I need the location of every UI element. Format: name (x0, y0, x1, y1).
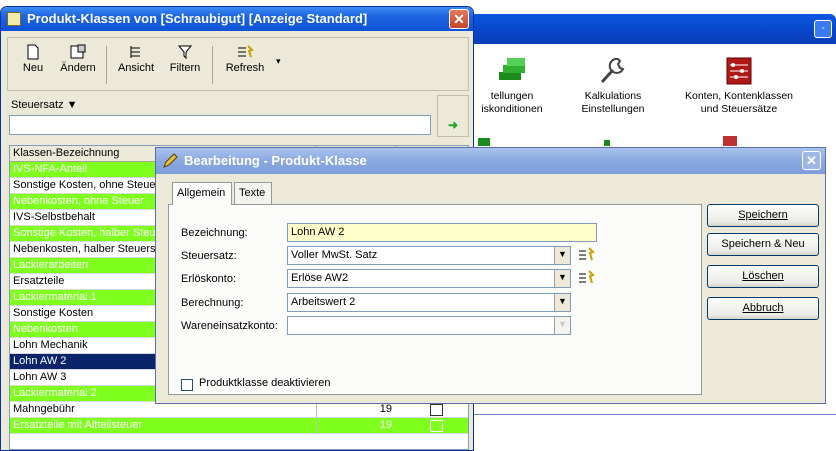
steuersatz-label: Steuersatz: (181, 250, 237, 262)
row-checkbox[interactable] (430, 404, 443, 416)
bg-icon-item-preise[interactable]: tellungen iskonditionen (472, 56, 552, 116)
green-block-icon (604, 140, 610, 146)
list-window-titlebar[interactable]: Produkt-Klassen von [Schraubigut] [Anzei… (1, 7, 473, 31)
chevron-down-icon[interactable]: ▼ (554, 317, 570, 334)
pencil-icon (163, 153, 178, 168)
edit-button[interactable]: Ändern (54, 44, 102, 74)
bg-icon-label-2: Einstellungen (581, 103, 645, 115)
filter-field-label[interactable]: Steuersatz ▼ (11, 99, 78, 111)
save-button-label: Speichern (738, 209, 788, 221)
toolbar-separator (212, 46, 213, 84)
bg-icon-item-kalkulation[interactable]: Kalkulations Einstellungen (560, 56, 666, 116)
wrench-icon (600, 57, 625, 84)
tab-allgemein[interactable]: Allgemein (172, 182, 232, 205)
close-button[interactable]: ✕ (802, 151, 821, 170)
lookup-list-icon[interactable] (577, 246, 595, 264)
bg-icon-label-2: iskonditionen (481, 103, 543, 115)
edit-dialog-titlebar[interactable]: Bearbeitung - Produkt-Klasse ✕ (156, 148, 825, 174)
edit-dialog-title: Bearbeitung - Produkt-Klasse (184, 153, 367, 168)
cancel-button-label: Abbruch (742, 302, 784, 314)
new-document-icon (27, 44, 39, 60)
toolbar-overflow-icon[interactable]: ▾ (276, 56, 281, 67)
erloeskonto-label: Erlöskonto: (181, 273, 237, 285)
toolbar: Neu Ändern Ansicht Filtern Refresh ▾ (7, 37, 469, 91)
save-new-button-label: Speichern & Neu (721, 238, 805, 250)
cancel-button[interactable]: Abbruch (707, 297, 819, 320)
arrow-right-icon: ➜ (448, 118, 459, 132)
background-titlebar: - (470, 14, 836, 44)
berechnung-value: Arbeitswert 2 (291, 296, 356, 308)
stack-icon (478, 138, 490, 146)
table-row[interactable]: Ersatzteile mit Altteilsteuer 19 (10, 418, 468, 434)
chevron-down-icon[interactable]: ▼ (554, 294, 570, 311)
row-name-cell: Mahngebühr (13, 403, 75, 415)
edit-icon (70, 44, 86, 59)
view-button[interactable]: Ansicht (112, 44, 160, 74)
bezeichnung-field[interactable]: Lohn AW 2 (287, 223, 597, 242)
berechnung-label: Berechnung: (181, 297, 244, 309)
edit-product-class-dialog: Bearbeitung - Produkt-Klasse ✕ Allgemein… (155, 147, 826, 404)
table-row[interactable]: Mahngebühr 19 (10, 402, 468, 418)
tab-texte[interactable]: Texte (234, 182, 272, 204)
bg-icon-label-2: und Steuersätze (700, 103, 778, 115)
row-tax-cell: 19 (316, 402, 396, 418)
erloeskonto-value: Erlöse AW2 (291, 272, 349, 284)
new-button[interactable]: Neu (16, 44, 50, 74)
minimize-button[interactable]: - (814, 20, 832, 38)
row-name-cell: Ersatzteile mit Altteilsteuer (13, 419, 142, 431)
new-button-label: Neu (22, 62, 44, 74)
save-new-button[interactable]: Speichern & Neu (707, 233, 819, 256)
edit-button-label: Ändern (60, 62, 96, 74)
view-icon (130, 46, 140, 58)
row-tax-cell: 19 (316, 418, 396, 434)
tab-panel-allgemein: Bezeichnung: Lohn AW 2 Steuersatz: Volle… (168, 204, 702, 395)
chevron-down-icon[interactable]: ▼ (554, 270, 570, 287)
bezeichnung-label: Bezeichnung: (181, 227, 248, 239)
filter-input[interactable] (9, 115, 431, 135)
filter-button[interactable]: Filtern (164, 44, 206, 74)
list-window-title: Produkt-Klassen von [Schraubigut] [Anzei… (27, 11, 368, 26)
delete-button-label: Löschen (742, 270, 784, 282)
save-button[interactable]: Speichern (707, 204, 819, 227)
steuersatz-value: Voller MwSt. Satz (291, 249, 378, 261)
lookup-list-icon[interactable] (577, 269, 595, 287)
wareneinsatz-label: Wareneinsatzkonto: (181, 320, 278, 332)
view-button-label: Ansicht (117, 62, 155, 74)
bg-icon-label-1: Konten, Kontenklassen (685, 90, 793, 102)
abacus-icon (726, 57, 752, 85)
delete-button[interactable]: Löschen (707, 265, 819, 288)
background-divider (470, 414, 836, 415)
apply-filter-button[interactable]: ➜ (437, 95, 469, 137)
bezeichnung-value: Lohn AW 2 (291, 226, 345, 238)
stack-icon (499, 58, 525, 80)
chevron-down-icon[interactable]: ▼ (554, 247, 570, 264)
toolbar-separator (106, 46, 107, 84)
notepad-icon (7, 12, 21, 26)
background-strip (470, 0, 836, 14)
erloeskonto-select[interactable]: Erlöse AW2 ▼ (287, 269, 571, 288)
grid-icon (723, 136, 737, 146)
bg-icon-item-konten[interactable]: Konten, Kontenklassen und Steuersätze (668, 56, 810, 116)
berechnung-select[interactable]: Arbeitswert 2 ▼ (287, 293, 571, 312)
refresh-button-label: Refresh (225, 62, 265, 74)
bg-icon-label-1: Kalkulations (584, 90, 642, 102)
deactivate-checkbox[interactable] (181, 379, 193, 391)
bg-icon-label-1: tellungen (490, 90, 534, 102)
close-button[interactable]: ✕ (449, 9, 469, 29)
funnel-icon (177, 45, 193, 60)
refresh-button[interactable]: Refresh (218, 44, 272, 74)
steuersatz-select[interactable]: Voller MwSt. Satz ▼ (287, 246, 571, 265)
wareneinsatz-select[interactable]: ▼ (287, 316, 571, 335)
row-checkbox[interactable] (430, 420, 443, 432)
filter-button-label: Filtern (169, 62, 201, 74)
refresh-icon (238, 45, 254, 58)
deactivate-checkbox-label[interactable]: Produktklasse deaktivieren (199, 377, 330, 389)
